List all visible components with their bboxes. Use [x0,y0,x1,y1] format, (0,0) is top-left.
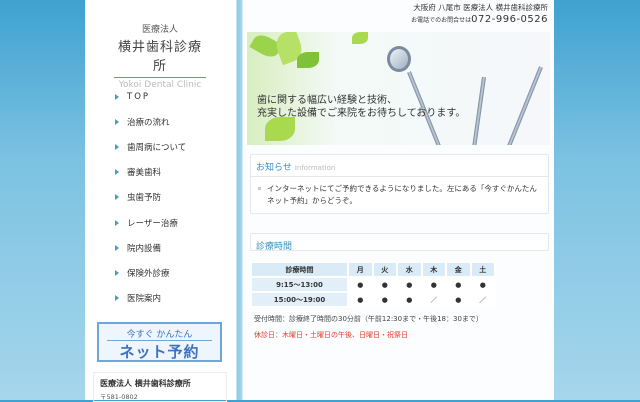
nav-label: 虫歯予防 [127,193,162,204]
arrow-icon [115,169,119,176]
nav-label: 審美歯科 [127,168,162,179]
nav-item-clinic-info[interactable]: 医院案内 [115,286,186,311]
cell: ● [347,291,374,308]
booking-line1: 今すぐ かんたん [107,327,212,341]
cell: ● [445,276,472,293]
table-row: 9:15〜13:00 ● ● ● ● ● ● [250,276,496,293]
leaf-decoration [265,117,295,141]
hours-section: 診療時間 [250,233,549,252]
phone-number[interactable]: 072-996-0526 [471,14,548,25]
cell: 15:00〜19:00 [250,291,349,308]
nav-item-top[interactable]: TOP [115,84,186,109]
nav-label: 治療の流れ [127,117,170,128]
clinic-logo[interactable]: 医療法人 横井歯科診療所 Yokoi Dental Clinic [85,22,235,90]
address-box: 医療法人 横井歯科診療所 〒581-0802 [93,372,227,402]
dental-tool [471,76,486,145]
cell: ● [396,276,423,293]
nav-item-facilities[interactable]: 院内設備 [115,235,186,260]
arrow-icon [115,295,119,302]
nav-item-flow[interactable]: 治療の流れ [115,109,186,134]
news-item: インターネットにてご予約できるようになりました。左にある「今すぐかんたんネット予… [251,177,548,213]
cell: 9:15〜13:00 [250,276,349,293]
cell: ● [469,276,496,293]
nav-label: TOP [127,91,151,102]
nav-label: 歯周病について [127,142,187,153]
info-heading: お知らせ Information [251,155,548,177]
cell: ／ [469,291,496,308]
hours-title: 診療時間 [256,242,293,252]
nav-label: 保険外診療 [127,268,170,279]
arrow-icon [115,143,119,150]
th: 木 [420,261,447,278]
address-name: 医療法人 横井歯科診療所 [100,379,191,388]
sidebar: 医療法人 横井歯科診療所 Yokoi Dental Clinic TOP 治療の… [85,0,235,402]
arrow-icon [115,194,119,201]
header-location: 大阪府 八尾市 医療法人 横井歯科診療所 [413,3,548,12]
logo-small: 医療法人 [141,25,178,35]
nav-label: 院内設備 [127,243,162,254]
leaf-decoration [352,32,368,44]
th: 月 [347,261,374,278]
closed-note: 休診日：木曜日・土曜日の午後、日曜日・祝祭日 [254,331,408,339]
leaf-decoration [297,52,319,68]
nav-label: 医院案内 [127,294,162,305]
cell: ● [445,291,472,308]
info-title: お知らせ [256,163,292,173]
cell: ● [420,276,447,293]
mirror-icon [387,46,411,72]
hero-text: 歯に関する幅広い経験と技術、充実した設備でご来院をお待ちしております。 [257,94,465,120]
nav-label: レーザー治療 [127,218,178,229]
cell: ● [371,276,398,293]
table-header: 診療時間月火水木金土 [250,261,496,278]
cell: ● [396,291,423,308]
info-subtitle: Information [294,164,336,172]
reception-note: 受付時間：診療終了時間の30分前（午前12:30まで・午後18：30まで） [254,315,483,323]
th: 診療時間 [250,261,349,278]
dental-tool [507,66,543,145]
th: 水 [396,261,423,278]
header-info: 大阪府 八尾市 医療法人 横井歯科診療所 お電話でのお問合せは072-996-0… [411,2,548,25]
main-content: 大阪府 八尾市 医療法人 横井歯科診療所 お電話でのお問合せは072-996-0… [244,0,554,400]
nav-item-prevention[interactable]: 虫歯予防 [115,185,186,210]
cell: ● [347,276,374,293]
th: 土 [469,261,496,278]
side-nav: TOP 治療の流れ 歯周病について 審美歯科 虫歯予防 レーザー治療 院内設備 … [115,84,186,311]
logo-main: 横井歯科診療所 [114,36,206,78]
arrow-icon [115,118,119,125]
arrow-icon [115,93,119,100]
arrow-icon [115,219,119,226]
arrow-icon [115,244,119,251]
hero-line1: 歯に関する幅広い経験と技術、 [257,95,397,106]
hero-line2: 充実した設備でご来院をお待ちしております。 [257,108,466,119]
nav-item-laser[interactable]: レーザー治療 [115,210,186,235]
cell: ／ [420,291,447,308]
info-section: お知らせ Information インターネットにてご予約できるようになりました。… [250,154,549,214]
divider-stripe [235,0,244,400]
nav-item-periodontal[interactable]: 歯周病について [115,134,186,159]
net-booking-banner[interactable]: 今すぐ かんたん ネット予約 [97,322,222,362]
phone-label: お電話でのお問合せは [411,17,472,24]
arrow-icon [115,269,119,276]
table-row: 15:00〜19:00 ● ● ● ／ ● ／ [250,291,496,308]
nav-item-uninsured[interactable]: 保険外診療 [115,260,186,285]
hours-table: 診療時間月火水木金土 9:15〜13:00 ● ● ● ● ● ● 15:00〜19:00 ●… [250,261,496,308]
booking-line2: ネット予約 [119,343,200,361]
th: 金 [445,261,472,278]
nav-item-cosmetic[interactable]: 審美歯科 [115,160,186,185]
cell: ● [371,291,398,308]
th: 火 [371,261,398,278]
hero-banner: 歯に関する幅広い経験と技術、充実した設備でご来院をお待ちしております。 [247,32,550,145]
